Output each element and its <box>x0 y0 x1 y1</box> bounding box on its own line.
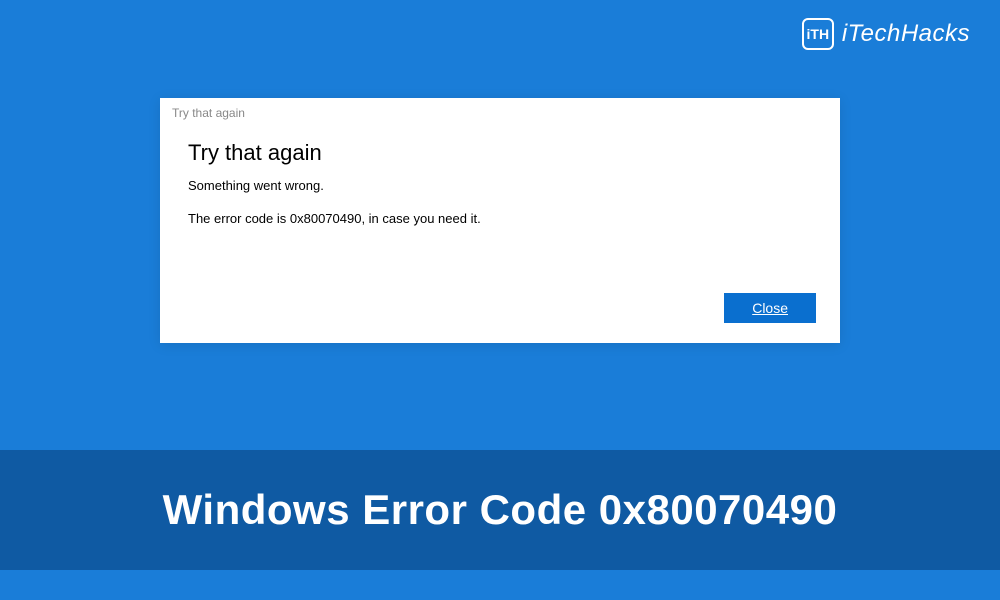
brand-logo-text: iTH <box>807 26 830 42</box>
close-button[interactable]: Close <box>724 293 816 323</box>
banner-text: Windows Error Code 0x80070490 <box>163 486 838 534</box>
brand-logo-icon: iTH <box>802 18 834 50</box>
dialog-window-title: Try that again <box>160 98 840 120</box>
dialog-message: Something went wrong. <box>188 178 812 193</box>
brand-logo-container: iTH iTechHacks <box>802 18 970 50</box>
dialog-error-detail: The error code is 0x80070490, in case yo… <box>188 211 812 226</box>
brand-name: iTechHacks <box>842 20 970 48</box>
dialog-heading: Try that again <box>188 140 812 166</box>
title-banner: Windows Error Code 0x80070490 <box>0 450 1000 570</box>
dialog-body: Try that again Something went wrong. The… <box>160 120 840 226</box>
dialog-actions: Close <box>724 293 816 323</box>
error-dialog: Try that again Try that again Something … <box>160 98 840 343</box>
